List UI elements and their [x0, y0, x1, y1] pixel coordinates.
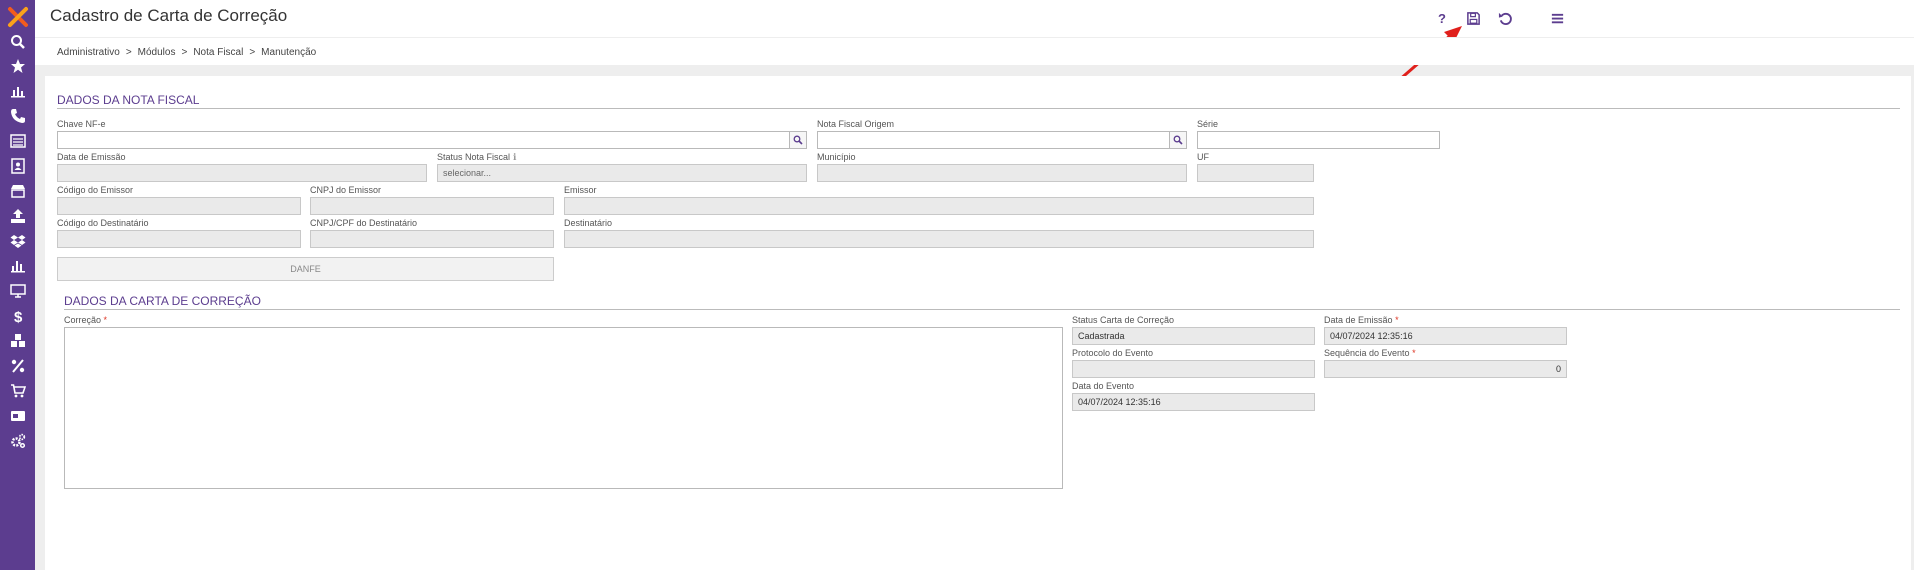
- label-data-evento: Data do Evento: [1072, 381, 1135, 391]
- data-evento-field: [1072, 393, 1315, 411]
- page-title: Cadastro de Carta de Correção: [50, 6, 288, 25]
- label-destinatario: Destinatário: [564, 218, 613, 228]
- label-status-nf-text: Status Nota Fiscal: [437, 152, 511, 162]
- menu-button[interactable]: [1546, 7, 1568, 29]
- breadcrumb-bar: Administrativo > Módulos > Nota Fiscal > Manut…: [35, 37, 1914, 65]
- sidebar: $: [0, 0, 35, 570]
- search-icon: [793, 135, 803, 145]
- undo-icon: [1498, 12, 1512, 25]
- required-marker: *: [103, 315, 108, 325]
- cubes-icon[interactable]: [0, 330, 35, 352]
- label-uf: UF: [1197, 152, 1209, 162]
- cnpj-emissor-field: [310, 197, 554, 215]
- info-icon[interactable]: ℹ: [513, 152, 516, 162]
- topbar: Cadastro de Carta de Correção ?: [35, 0, 1914, 37]
- section-divider: [57, 108, 1900, 109]
- required-marker: *: [1412, 348, 1416, 358]
- sequencia-field: [1324, 360, 1567, 378]
- protocolo-field: [1072, 360, 1315, 378]
- search-icon[interactable]: [0, 31, 35, 53]
- label-cnpj-emissor: CNPJ do Emissor: [310, 185, 382, 195]
- serie-input[interactable]: [1197, 131, 1440, 149]
- list-icon[interactable]: [0, 130, 35, 152]
- label-sequencia-text: Sequência do Evento: [1324, 348, 1410, 358]
- phone-icon[interactable]: [0, 105, 35, 127]
- monitor-icon[interactable]: [0, 280, 35, 302]
- label-data-emissao-carta: Data de Emissão *: [1324, 315, 1399, 325]
- label-serie: Série: [1197, 119, 1219, 129]
- breadcrumb-separator: >: [125, 47, 132, 58]
- label-nf-origem: Nota Fiscal Origem: [817, 119, 895, 129]
- card-icon[interactable]: [0, 405, 35, 427]
- contact-icon[interactable]: [0, 155, 35, 177]
- uf-field: [1197, 164, 1314, 182]
- nf-origem-search-button[interactable]: [1169, 131, 1187, 149]
- store-icon[interactable]: [0, 180, 35, 202]
- label-status-carta: Status Carta de Correção: [1072, 315, 1175, 325]
- undo-button[interactable]: [1494, 7, 1516, 29]
- percent-icon[interactable]: [0, 355, 35, 377]
- data-emissao-field: [57, 164, 427, 182]
- breadcrumb: Administrativo > Módulos > Nota Fiscal > Manut…: [57, 47, 316, 58]
- cogs-icon[interactable]: [0, 430, 35, 452]
- status-carta-field: [1072, 327, 1315, 345]
- main-panel: DADOS DA NOTA FISCAL Chave NF-e Nota Fis…: [45, 76, 1911, 570]
- section-title-carta: DADOS DA CARTA DE CORREÇÃO: [64, 294, 261, 308]
- label-sequencia: Sequência do Evento *: [1324, 348, 1416, 358]
- nf-origem-input[interactable]: [817, 131, 1170, 149]
- dollar-icon[interactable]: $: [0, 305, 35, 327]
- svg-text:$: $: [14, 309, 23, 324]
- label-data-emissao: Data de Emissão: [57, 152, 126, 162]
- breadcrumb-separator: >: [181, 47, 188, 58]
- codigo-destinatario-field: [57, 230, 301, 248]
- label-correcao: Correção *: [64, 315, 107, 325]
- breadcrumb-nota-fiscal[interactable]: Nota Fiscal: [193, 47, 243, 58]
- chave-nfe-input[interactable]: [57, 131, 790, 149]
- section-divider: [64, 309, 1900, 310]
- logo-icon: [8, 7, 28, 27]
- label-correcao-text: Correção: [64, 315, 102, 325]
- label-codigo-emissor: Código do Emissor: [57, 185, 134, 195]
- breadcrumb-manutencao: Manutenção: [261, 47, 317, 58]
- bar-chart-icon[interactable]: [0, 255, 35, 277]
- label-data-emissao-carta-text: Data de Emissão: [1324, 315, 1393, 325]
- search-icon: [1173, 135, 1183, 145]
- correcao-textarea[interactable]: [64, 327, 1063, 489]
- dropbox-icon[interactable]: [0, 230, 35, 252]
- label-status-nf: Status Nota Fiscal ℹ: [437, 152, 516, 163]
- data-emissao-carta-field: [1324, 327, 1567, 345]
- breadcrumb-separator: >: [249, 47, 256, 58]
- codigo-emissor-field: [57, 197, 301, 215]
- label-codigo-destinatario: Código do Destinatário: [57, 218, 149, 228]
- star-icon[interactable]: [0, 55, 35, 77]
- required-marker: *: [1395, 315, 1399, 325]
- cnpj-destinatario-field: [310, 230, 554, 248]
- danfe-button[interactable]: DANFE: [57, 257, 554, 281]
- destinatario-field: [564, 230, 1314, 248]
- chart-icon[interactable]: [0, 80, 35, 102]
- label-emissor: Emissor: [564, 185, 597, 195]
- breadcrumb-modulos[interactable]: Módulos: [138, 47, 176, 58]
- breadcrumb-administrativo[interactable]: Administrativo: [57, 47, 120, 58]
- section-title-nota-fiscal: DADOS DA NOTA FISCAL: [57, 93, 200, 107]
- label-cnpj-destinatario: CNPJ/CPF do Destinatário: [310, 218, 418, 228]
- emissor-field: [564, 197, 1314, 215]
- status-nf-select[interactable]: selecionar...: [437, 164, 807, 182]
- upload-icon[interactable]: [0, 205, 35, 227]
- cart-icon[interactable]: [0, 380, 35, 402]
- label-protocolo: Protocolo do Evento: [1072, 348, 1154, 358]
- municipio-field: [817, 164, 1187, 182]
- label-chave-nfe: Chave NF-e: [57, 119, 106, 129]
- menu-icon: [1551, 13, 1563, 23]
- chave-nfe-search-button[interactable]: [789, 131, 807, 149]
- label-municipio: Município: [817, 152, 856, 162]
